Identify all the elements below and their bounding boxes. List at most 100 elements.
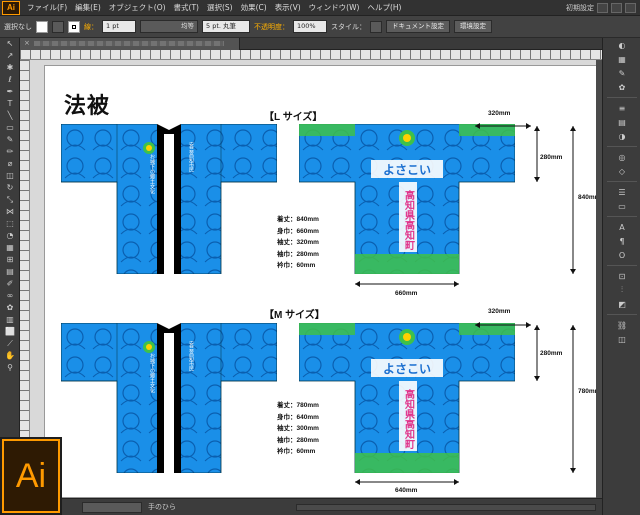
gradient-tool-icon[interactable]: ▤ <box>0 266 20 278</box>
collar-text-left: お城下の郷土文化 <box>149 154 155 195</box>
magic-wand-tool-icon[interactable]: ✱ <box>0 62 20 74</box>
menu-view[interactable]: 表示(V) <box>271 2 305 13</box>
zoom-tool-icon[interactable]: ⚲ <box>0 362 20 374</box>
horizontal-scrollbar[interactable] <box>296 503 596 511</box>
stroke-profile-dropdown[interactable]: 均等 <box>140 20 198 33</box>
opacity-label[interactable]: 不透明度： <box>254 22 289 32</box>
opentype-panel-icon[interactable]: O <box>603 248 640 262</box>
panel-dock: ◐ ▦ ✎ ✿ ≡ ▤ ◑ ◎ ◇ ☰ ▭ A ¶ O ⊡ ⫶ ◩ ⛓ ◫ <box>602 38 640 515</box>
pencil-tool-icon[interactable]: ✏ <box>0 146 20 158</box>
l-spec-sleeve-length: 袖丈：320mm <box>277 239 319 246</box>
eraser-tool-icon[interactable]: ◫ <box>0 170 20 182</box>
stroke-weight-field[interactable]: 1 pt <box>102 20 136 33</box>
menu-edit[interactable]: 編集(E) <box>71 2 105 13</box>
fill-dropdown-icon[interactable] <box>52 20 64 33</box>
scale-tool-icon[interactable]: ⤡ <box>0 194 20 206</box>
graphic-styles-panel-icon[interactable]: ◇ <box>603 164 640 178</box>
line-tool-icon[interactable]: ╲ <box>0 110 20 122</box>
fill-swatch[interactable] <box>36 20 48 33</box>
menu-type[interactable]: 書式(T) <box>170 2 203 13</box>
shape-builder-tool-icon[interactable]: ◔ <box>0 230 20 242</box>
brush-dropdown[interactable]: 5 pt. 丸筆 <box>202 20 250 33</box>
mesh-tool-icon[interactable]: ⊞ <box>0 254 20 266</box>
links-panel-icon[interactable]: ⛓ <box>603 318 640 332</box>
brushes-panel-icon[interactable]: ✎ <box>603 66 640 80</box>
blurred-filename <box>34 41 224 46</box>
m-spec-body-width: 身巾：640mm <box>277 413 319 421</box>
character-panel-icon[interactable]: A <box>603 220 640 234</box>
pen-tool-icon[interactable]: ✒ <box>0 86 20 98</box>
stroke-panel-icon[interactable]: ≡ <box>603 101 640 115</box>
document-setup-button[interactable]: ドキュメント設定 <box>386 20 450 33</box>
free-transform-tool-icon[interactable]: ⬚ <box>0 218 20 230</box>
menu-object[interactable]: オブジェクト(O) <box>105 2 170 13</box>
menu-help[interactable]: ヘルプ(H) <box>363 2 405 13</box>
pathfinder-panel-icon[interactable]: ◩ <box>603 297 640 311</box>
artboard[interactable]: 法被 【L サイズ】 お城下の郷土文化 安芸高知市民 よさこい 高知県高知町 3… <box>44 65 600 498</box>
perspective-grid-tool-icon[interactable]: ▦ <box>0 242 20 254</box>
rectangle-tool-icon[interactable]: ▭ <box>0 122 20 134</box>
panel-divider <box>606 97 637 98</box>
blob-brush-tool-icon[interactable]: ⌀ <box>0 158 20 170</box>
slice-tool-icon[interactable]: ⟋ <box>0 338 20 350</box>
close-window-button[interactable] <box>625 2 636 13</box>
app-logo-icon: Ai <box>2 0 20 15</box>
width-tool-icon[interactable]: ⋈ <box>0 206 20 218</box>
document-tab-bar: × <box>20 38 602 50</box>
blend-tool-icon[interactable]: ∞ <box>0 290 20 302</box>
l-body-width-line <box>355 281 459 287</box>
panel-divider <box>606 265 637 266</box>
paintbrush-tool-icon[interactable]: ✎ <box>0 134 20 146</box>
opacity-field[interactable]: 100% <box>293 20 327 33</box>
document-tab[interactable]: × <box>20 38 240 50</box>
panel-divider <box>606 146 637 147</box>
happi-front-m[interactable]: お城下の郷土文化 安芸高知市民 <box>61 323 277 473</box>
artboard-tool-icon[interactable]: ⬜ <box>0 326 20 338</box>
direct-selection-tool-icon[interactable]: ↗ <box>0 50 20 62</box>
menu-bar: Ai ファイル(F) 編集(E) オブジェクト(O) 書式(T) 選択(S) 効… <box>0 0 640 16</box>
style-swatch[interactable] <box>370 20 382 33</box>
navigator-panel-icon[interactable]: ◫ <box>603 332 640 346</box>
transform-panel-icon[interactable]: ⊡ <box>603 269 640 283</box>
menu-select[interactable]: 選択(S) <box>203 2 237 13</box>
color-panel-icon[interactable]: ◐ <box>603 38 640 52</box>
m-spec-collar-width: 衿巾：60mm <box>277 448 316 455</box>
rotate-tool-icon[interactable]: ↻ <box>0 182 20 194</box>
stroke-label[interactable]: 線： <box>84 22 98 32</box>
minimize-button[interactable] <box>597 2 608 13</box>
type-tool-icon[interactable]: T <box>0 98 20 110</box>
graph-tool-icon[interactable]: ▥ <box>0 314 20 326</box>
menu-window[interactable]: ウィンドウ(W) <box>305 2 364 13</box>
stroke-swatch[interactable] <box>68 20 80 33</box>
l-size-heading: 【L サイズ】 <box>264 112 323 123</box>
artboards-panel-icon[interactable]: ▭ <box>603 199 640 213</box>
artboard-navigation-field[interactable] <box>82 501 142 513</box>
happi-front-l[interactable]: お城下の郷土文化 安芸高知市民 <box>61 124 277 274</box>
symbols-panel-icon[interactable]: ✿ <box>603 80 640 94</box>
preferences-button[interactable]: 環境設定 <box>454 20 492 33</box>
layers-panel-icon[interactable]: ☰ <box>603 185 640 199</box>
m-spec-sleeve-width: 袖巾：280mm <box>277 436 319 444</box>
selection-status: 選択なし <box>4 22 32 31</box>
eyedropper-tool-icon[interactable]: ✐ <box>0 278 20 290</box>
appearance-panel-icon[interactable]: ◎ <box>603 150 640 164</box>
transparency-panel-icon[interactable]: ◑ <box>603 129 640 143</box>
symbol-sprayer-tool-icon[interactable]: ✿ <box>0 302 20 314</box>
workspace-switcher[interactable]: 初期設定 <box>566 2 636 13</box>
gradient-panel-icon[interactable]: ▤ <box>603 115 640 129</box>
swatches-panel-icon[interactable]: ▦ <box>603 52 640 66</box>
menu-effect[interactable]: 効果(C) <box>237 2 271 13</box>
canvas-area[interactable]: 法被 【L サイズ】 お城下の郷土文化 安芸高知市民 よさこい 高知県高知町 3… <box>30 60 602 498</box>
align-panel-icon[interactable]: ⫶ <box>603 283 640 297</box>
horizontal-ruler[interactable] <box>20 50 602 60</box>
close-icon[interactable]: × <box>24 39 30 47</box>
selection-tool-icon[interactable]: ↖ <box>0 38 20 50</box>
menu-file[interactable]: ファイル(F) <box>23 2 71 13</box>
paragraph-panel-icon[interactable]: ¶ <box>603 234 640 248</box>
lasso-tool-icon[interactable]: ℓ <box>0 74 20 86</box>
maximize-button[interactable] <box>611 2 622 13</box>
hand-tool-icon[interactable]: ✋ <box>0 350 20 362</box>
tools-panel: ↖ ↗ ✱ ℓ ✒ T ╲ ▭ ✎ ✏ ⌀ ◫ ↻ ⤡ ⋈ ⬚ ◔ ▦ ⊞ ▤ … <box>0 38 20 456</box>
vertical-ruler[interactable] <box>20 60 30 498</box>
m-size-heading: 【M サイズ】 <box>264 310 325 321</box>
